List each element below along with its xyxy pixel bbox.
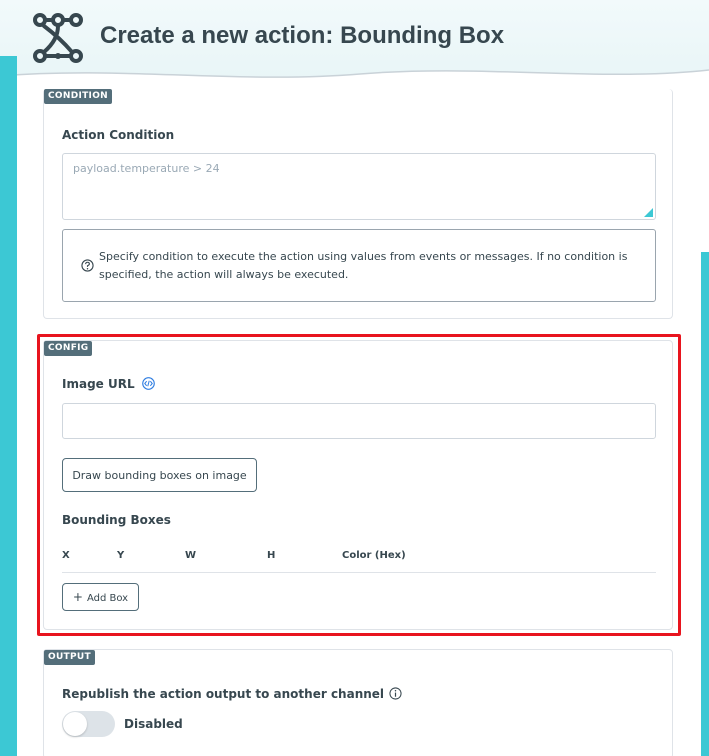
- page-header: Create a new action: Bounding Box: [0, 0, 709, 98]
- toggle-status-label: Disabled: [124, 717, 183, 731]
- action-condition-label: Action Condition: [62, 128, 175, 142]
- draw-bounding-boxes-button[interactable]: Draw bounding boxes on image: [62, 458, 257, 492]
- image-url-label: Image URL: [62, 377, 155, 391]
- condition-info-text: Specify condition to execute the action …: [99, 250, 628, 281]
- bounding-boxes-label: Bounding Boxes: [62, 513, 171, 527]
- config-tag: CONFIG: [44, 341, 93, 356]
- left-accent-bar: [0, 56, 17, 756]
- condition-info-box: Specify condition to execute the action …: [62, 229, 656, 302]
- output-tag: OUTPUT: [44, 650, 95, 665]
- help-circle-icon: [81, 259, 94, 272]
- scrollbar-thumb[interactable]: [701, 252, 709, 756]
- workflow-nodes-icon: [33, 13, 83, 63]
- info-icon[interactable]: [389, 687, 402, 700]
- image-url-label-text: Image URL: [62, 377, 135, 391]
- page-title: Create a new action: Bounding Box: [100, 22, 505, 49]
- image-url-input[interactable]: [62, 403, 656, 439]
- column-header-y: Y: [117, 550, 125, 561]
- condition-tag: CONDITION: [44, 89, 112, 104]
- scroll-track[interactable]: [690, 98, 701, 756]
- add-box-button[interactable]: + Add Box: [62, 583, 139, 611]
- toggle-knob: [63, 712, 87, 736]
- config-section: CONFIG Image URL Draw bounding boxes on …: [43, 340, 673, 630]
- column-header-h: H: [267, 550, 276, 561]
- code-variable-icon[interactable]: [141, 377, 155, 390]
- republish-label: Republish the action output to another c…: [62, 687, 402, 701]
- column-header-w: W: [185, 550, 197, 561]
- column-header-x: X: [62, 550, 70, 561]
- output-section: OUTPUT Republish the action output to an…: [43, 649, 673, 756]
- table-divider: [62, 572, 656, 573]
- republish-toggle[interactable]: [62, 711, 115, 737]
- republish-label-text: Republish the action output to another c…: [62, 687, 385, 701]
- resize-handle[interactable]: [644, 208, 653, 217]
- column-header-color: Color (Hex): [342, 550, 406, 561]
- plus-icon: +: [72, 590, 83, 604]
- add-box-label: Add Box: [86, 593, 129, 604]
- action-condition-placeholder: payload.temperature > 24: [73, 162, 220, 175]
- condition-section: CONDITION Action Condition payload.tempe…: [43, 89, 673, 319]
- action-condition-input[interactable]: payload.temperature > 24: [62, 153, 656, 220]
